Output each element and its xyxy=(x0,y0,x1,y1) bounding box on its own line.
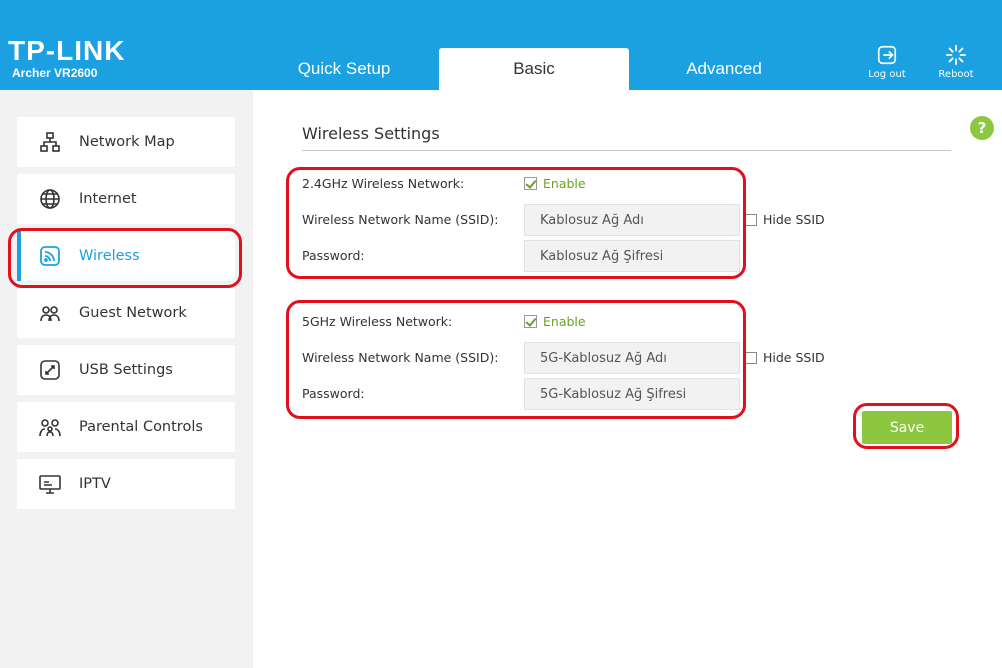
tab-quick-setup[interactable]: Quick Setup xyxy=(250,48,438,90)
band24-password-input[interactable]: Kablosuz Ağ Şifresi xyxy=(524,240,740,272)
brand-logo: TP-LINK xyxy=(8,35,126,66)
band5-hide-ssid-label: Hide SSID xyxy=(763,350,825,365)
parental-controls-icon xyxy=(37,414,63,440)
top-header: TP-LINK Archer VR2600 Quick Setup Basic … xyxy=(0,0,1002,90)
sidebar-item-label: Internet xyxy=(79,191,137,207)
band24-network-label: 2.4GHz Wireless Network: xyxy=(302,176,465,191)
band24-password-label: Password: xyxy=(302,248,365,263)
save-button[interactable]: Save xyxy=(862,411,952,444)
sidebar-item-parental-controls[interactable]: Parental Controls xyxy=(17,402,235,452)
sidebar-item-internet[interactable]: Internet xyxy=(17,174,235,224)
tab-advanced[interactable]: Advanced xyxy=(630,48,818,90)
model-name: Archer VR2600 xyxy=(12,66,98,80)
checkbox-checked-icon xyxy=(524,177,537,190)
reboot-icon xyxy=(945,44,967,66)
band5-ssid-label: Wireless Network Name (SSID): xyxy=(302,350,499,365)
sidebar-item-network-map[interactable]: Network Map xyxy=(17,117,235,167)
page-title: Wireless Settings xyxy=(302,124,440,143)
guest-network-icon xyxy=(37,300,63,326)
checkbox-checked-icon xyxy=(524,315,537,328)
band5-hide-ssid-checkbox[interactable]: Hide SSID xyxy=(745,350,825,365)
wireless-icon xyxy=(37,243,63,269)
band5-ssid-input[interactable]: 5G-Kablosuz Ağ Adı xyxy=(524,342,740,374)
sidebar-item-label: Parental Controls xyxy=(79,419,203,435)
band24-enable-label: Enable xyxy=(543,176,586,191)
logout-button[interactable]: Log out xyxy=(862,44,912,80)
logout-label: Log out xyxy=(868,69,906,80)
band24-ssid-label: Wireless Network Name (SSID): xyxy=(302,212,499,227)
checkbox-unchecked-icon xyxy=(745,351,757,364)
network-map-icon xyxy=(37,129,63,155)
sidebar-item-label: Wireless xyxy=(79,248,140,264)
band24-hide-ssid-checkbox[interactable]: Hide SSID xyxy=(745,212,825,227)
help-icon[interactable]: ? xyxy=(970,116,994,140)
checkbox-unchecked-icon xyxy=(745,213,757,226)
iptv-icon xyxy=(37,471,63,497)
tab-basic[interactable]: Basic xyxy=(439,48,629,90)
sidebar-item-guest-network[interactable]: Guest Network xyxy=(17,288,235,338)
usb-icon xyxy=(37,357,63,383)
band24-hide-ssid-label: Hide SSID xyxy=(763,212,825,227)
band24-enable-checkbox[interactable]: Enable xyxy=(524,176,586,191)
sidebar-item-label: USB Settings xyxy=(79,362,173,378)
sidebar-item-wireless[interactable]: Wireless xyxy=(17,231,235,281)
reboot-button[interactable]: Reboot xyxy=(931,44,981,80)
sidebar: Network Map Internet Wireless Guest Netw… xyxy=(0,90,253,668)
reboot-label: Reboot xyxy=(938,69,974,80)
sidebar-item-iptv[interactable]: IPTV xyxy=(17,459,235,509)
band5-enable-label: Enable xyxy=(543,314,586,329)
globe-icon xyxy=(37,186,63,212)
sidebar-item-label: Guest Network xyxy=(79,305,187,321)
title-divider xyxy=(302,150,951,151)
band5-network-label: 5GHz Wireless Network: xyxy=(302,314,453,329)
sidebar-item-label: IPTV xyxy=(79,476,111,492)
band24-ssid-input[interactable]: Kablosuz Ağ Adı xyxy=(524,204,740,236)
sidebar-item-usb-settings[interactable]: USB Settings xyxy=(17,345,235,395)
band5-enable-checkbox[interactable]: Enable xyxy=(524,314,586,329)
band5-password-label: Password: xyxy=(302,386,365,401)
sidebar-item-label: Network Map xyxy=(79,134,175,150)
band5-password-input[interactable]: 5G-Kablosuz Ağ Şifresi xyxy=(524,378,740,410)
logout-icon xyxy=(877,45,897,65)
